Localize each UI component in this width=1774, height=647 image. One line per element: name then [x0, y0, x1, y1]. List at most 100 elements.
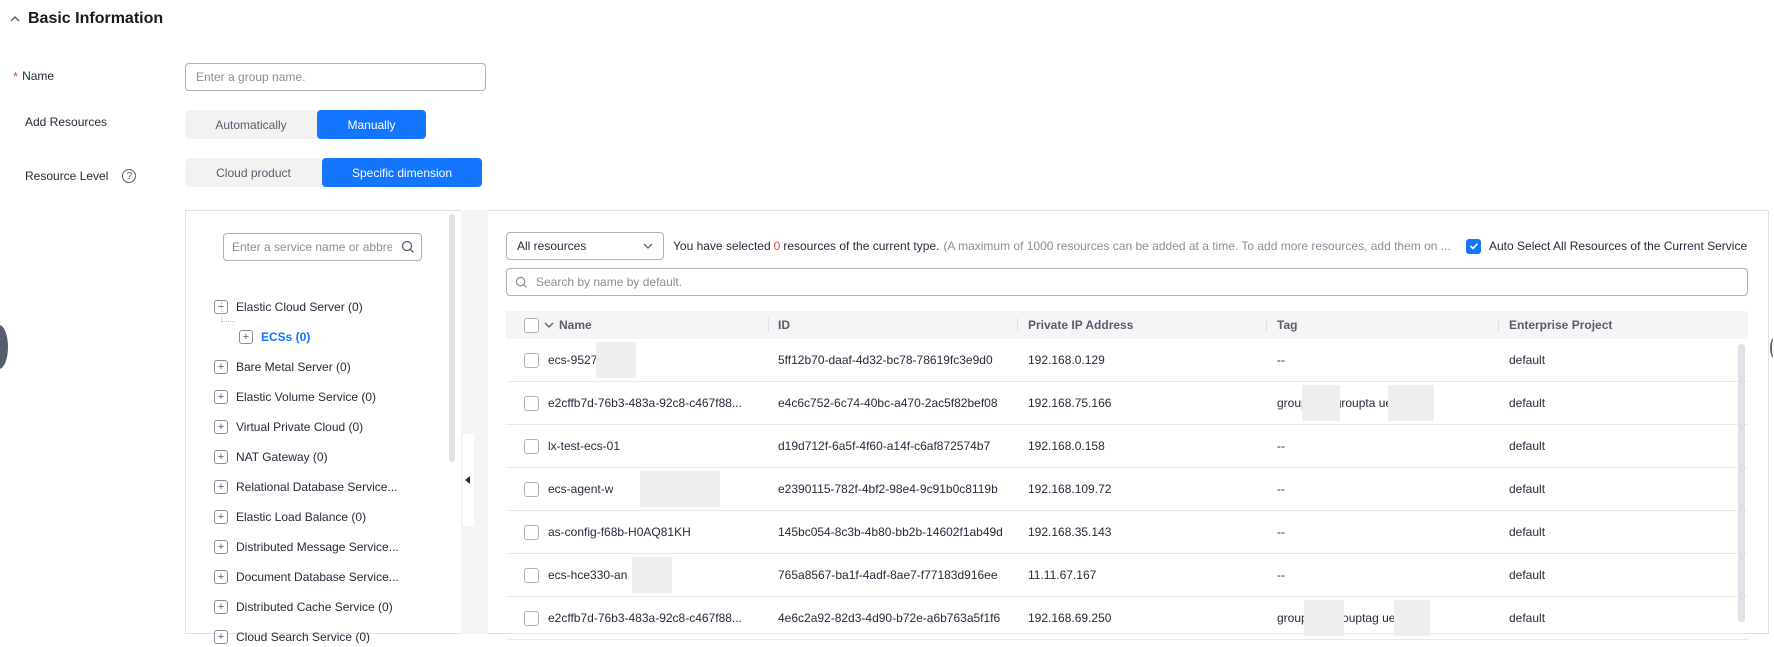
tree-scrollbar[interactable] [449, 214, 455, 462]
section-header[interactable]: Basic Information [4, 8, 163, 30]
redaction-block [1388, 384, 1434, 421]
table-row[interactable]: ecs-hce330-an 765a8567-ba1f-4adf-8ae7-f77… [506, 554, 1748, 597]
tree-item[interactable]: + Bare Metal Server (0) [214, 357, 351, 377]
row-checkbox[interactable] [524, 524, 539, 540]
tree-item-label: Cloud Search Service (0) [236, 630, 371, 644]
cell-name: ecs-9527 [548, 339, 768, 382]
expand-icon[interactable]: + [214, 480, 228, 494]
tree-item[interactable]: + Relational Database Service... [214, 477, 397, 497]
auto-select-checkbox[interactable]: Auto Select All Resources of the Current… [1466, 236, 1747, 256]
table-row[interactable]: e2cffb7d-76b3-483a-92c8-c467f88... e4c6c7… [506, 382, 1748, 425]
resource-level-label: Resource Level [25, 169, 109, 183]
tree-item[interactable]: + Distributed Cache Service (0) [214, 597, 393, 617]
expand-icon[interactable]: + [214, 600, 228, 614]
cell-id-text: 5ff12b70-daaf-4d32-bc78-78619fc3e9d0 [778, 353, 993, 367]
table-row[interactable]: lx-test-ecs-01 d19d712f-6a5f-4f60-a14f-c6… [506, 425, 1748, 468]
manually-option[interactable]: Manually [317, 110, 426, 139]
tree-item[interactable]: + Distributed Message Service... [214, 537, 399, 557]
column-name[interactable]: Name [544, 311, 768, 339]
table-row[interactable]: as-config-f68b-H0AQ81KH 145bc054-8c3b-4b8… [506, 511, 1748, 554]
help-icon[interactable]: ? [122, 169, 137, 183]
row-checkbox[interactable] [524, 481, 539, 497]
resource-search-input[interactable] [536, 275, 1739, 289]
cell-private-ip: 192.168.0.129 [1017, 339, 1266, 382]
table-row[interactable]: ecs-9527 5ff12b70-daaf-4d32-bc78-78619fc3… [506, 339, 1748, 382]
expand-icon[interactable]: + [239, 330, 253, 344]
expand-icon[interactable]: + [214, 540, 228, 554]
row-select-cell [506, 597, 548, 640]
tree-item[interactable]: + Elastic Load Balance (0) [214, 507, 366, 527]
cell-enterprise-project-text: default [1509, 525, 1546, 539]
tree-item[interactable]: + Virtual Private Cloud (0) [214, 417, 363, 437]
column-enterprise-project: Enterprise Project [1498, 311, 1748, 339]
tree-item-label: Virtual Private Cloud (0) [236, 420, 364, 434]
automatically-option[interactable]: Automatically [185, 110, 317, 139]
selection-hint: You have selected 0 resources of the cur… [673, 236, 1451, 256]
cell-tag: -- [1266, 554, 1498, 597]
tree-item-label: Elastic Volume Service (0) [236, 390, 377, 404]
cell-tag: groupt 2 = groupta ue2... [1266, 382, 1498, 425]
expand-icon[interactable]: + [214, 450, 228, 464]
tree-item[interactable]: + Elastic Volume Service (0) [214, 387, 376, 407]
cell-name: lx-test-ecs-01 [548, 425, 768, 468]
specific-dimension-option[interactable]: Specific dimension [322, 158, 482, 187]
chevron-up-icon[interactable] [4, 8, 26, 30]
tree-item[interactable]: + Cloud Search Service (0) [214, 627, 370, 647]
redaction-block [1394, 599, 1430, 636]
cloud-product-label: Cloud product [216, 165, 291, 180]
table-scrollbar[interactable] [1738, 344, 1745, 622]
tree-connector-line [221, 302, 235, 322]
cell-enterprise-project: default [1498, 339, 1748, 382]
row-checkbox[interactable] [524, 438, 539, 454]
tree-item[interactable]: − Elastic Cloud Server (0) [214, 297, 363, 317]
cell-tag-text: -- [1277, 439, 1285, 453]
redaction-block [640, 470, 720, 507]
cell-tag: -- [1266, 339, 1498, 382]
cell-id: 765a8567-ba1f-4adf-8ae7-f77183d916ee [768, 554, 1017, 597]
hint-suffix: resources of the current type. [783, 239, 940, 253]
table-row[interactable]: ecs-agent-w e2390115-782f-4bf2-98e4-9c91b… [506, 468, 1748, 511]
tree-item[interactable]: + NAT Gateway (0) [214, 447, 328, 467]
expand-icon[interactable]: + [214, 510, 228, 524]
service-search-input[interactable] [232, 240, 392, 254]
cell-name-text: ecs-9527 [548, 353, 598, 367]
collapse-left-icon[interactable] [461, 432, 474, 528]
add-resources-toggle: Automatically Manually [185, 110, 426, 139]
check-icon[interactable] [1466, 238, 1481, 254]
group-name-input[interactable] [185, 63, 486, 91]
tree-item-label: Relational Database Service... [236, 480, 398, 494]
cell-name-text: ecs-agent-w [548, 482, 614, 496]
chevron-down-icon[interactable] [544, 320, 554, 330]
expand-icon[interactable]: + [214, 420, 228, 434]
tree-item-label: NAT Gateway (0) [236, 450, 328, 464]
select-all-checkbox[interactable] [524, 317, 539, 333]
cloud-product-option[interactable]: Cloud product [185, 158, 336, 187]
resource-table: Name ID Private IP Address Tag Enterpris… [506, 311, 1748, 640]
search-icon [515, 276, 528, 288]
service-search-box[interactable] [223, 233, 422, 261]
cell-name-text: ecs-hce330-an [548, 568, 628, 582]
row-checkbox[interactable] [524, 610, 539, 626]
expand-icon[interactable]: + [214, 570, 228, 584]
tree-item[interactable]: + ECSs (0) [239, 327, 310, 347]
row-checkbox[interactable] [524, 567, 539, 583]
row-select-cell [506, 425, 548, 468]
expand-icon[interactable]: + [214, 360, 228, 374]
expand-icon[interactable]: + [214, 390, 228, 404]
search-icon[interactable] [401, 240, 415, 254]
row-select-cell [506, 511, 548, 554]
resource-filter-select[interactable]: All resources [506, 232, 664, 260]
cell-name: e2cffb7d-76b3-483a-92c8-c467f88... [548, 597, 768, 640]
chevron-down-icon [643, 243, 653, 249]
row-select-cell [506, 382, 548, 425]
cell-private-ip-text: 192.168.0.158 [1028, 439, 1105, 453]
cell-id: 145bc054-8c3b-4b80-bb2b-14602f1ab49d [768, 511, 1017, 554]
row-checkbox[interactable] [524, 395, 539, 411]
cell-enterprise-project-text: default [1509, 568, 1546, 582]
cell-private-ip: 11.11.67.167 [1017, 554, 1266, 597]
resource-search-box[interactable] [506, 268, 1748, 296]
row-checkbox[interactable] [524, 352, 539, 368]
tree-item[interactable]: + Document Database Service... [214, 567, 399, 587]
redaction-block [1304, 599, 1344, 636]
expand-icon[interactable]: + [214, 630, 228, 644]
